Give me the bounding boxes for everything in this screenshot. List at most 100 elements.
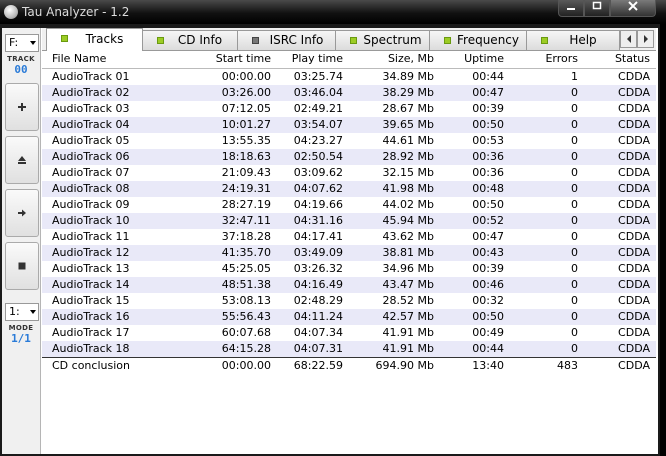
table-row[interactable]: AudioTrack 08 24:19.31 04:07.62 41.98 Mb 00:…	[42, 181, 656, 197]
tab-help[interactable]: Help	[526, 30, 620, 50]
summary-name: CD conclusion	[52, 359, 130, 372]
cell-errors: 0	[571, 198, 578, 211]
table-row[interactable]: AudioTrack 17 60:07.68 04:07.34 41.91 Mb 00:…	[42, 325, 656, 341]
cell-start-time: 28:27.19	[221, 198, 271, 211]
tab-label: Frequency	[457, 33, 519, 47]
tab-tracks[interactable]: Tracks	[46, 28, 143, 51]
cell-errors: 0	[571, 278, 578, 291]
summary-row[interactable]: CD conclusion 00:00.00 68:22.59 694.90 M…	[42, 357, 656, 374]
stop-button[interactable]	[5, 242, 39, 290]
table-row[interactable]: AudioTrack 02 03:26.00 03:46.04 38.29 Mb 00:…	[42, 85, 656, 101]
cell-uptime: 00:50	[472, 310, 504, 323]
tab-frequency[interactable]: Frequency	[429, 30, 527, 50]
table-row[interactable]: AudioTrack 14 48:51.38 04:16.49 43.47 Mb 00:…	[42, 277, 656, 293]
cell-uptime: 00:32	[472, 294, 504, 307]
cell-size: 39.65 Mb	[382, 118, 434, 131]
column-header-play-time[interactable]: Play time	[292, 52, 343, 65]
chevron-down-icon	[30, 310, 36, 314]
app-icon[interactable]	[4, 5, 18, 19]
tab-scroll-right-button[interactable]	[637, 30, 654, 48]
cell-play-time: 04:17.41	[293, 230, 343, 243]
cell-status: CDDA	[618, 278, 650, 291]
column-header-errors[interactable]: Errors	[545, 52, 578, 65]
cell-status: CDDA	[618, 102, 650, 115]
summary-play: 68:22.59	[293, 359, 343, 372]
cell-start-time: 13:55.35	[221, 134, 271, 147]
column-header-status[interactable]: Status	[615, 52, 650, 65]
table-row[interactable]: AudioTrack 01 00:00.00 03:25.74 34.89 Mb 00:…	[42, 69, 656, 85]
cell-size: 28.52 Mb	[382, 294, 434, 307]
window-title: Tau Analyzer - 1.2	[22, 5, 130, 19]
tab-scroll-left-button[interactable]	[620, 30, 637, 48]
cell-file-name: AudioTrack 13	[52, 262, 130, 275]
tab-cd-info[interactable]: CD Info	[142, 30, 238, 50]
cell-file-name: AudioTrack 04	[52, 118, 130, 131]
tab-bar: Tracks CD Info ISRC Info Spectrum Freque…	[42, 28, 656, 51]
cell-start-time: 00:00.00	[221, 70, 271, 83]
mode-select[interactable]: 1:	[5, 303, 39, 321]
cell-errors: 1	[571, 70, 578, 83]
close-button[interactable]	[610, 0, 656, 17]
cell-play-time: 03:09.62	[293, 166, 343, 179]
table-row[interactable]: AudioTrack 06 18:18.63 02:50.54 28.92 Mb 00:…	[42, 149, 656, 165]
table-row[interactable]: AudioTrack 04 10:01.27 03:54.07 39.65 Mb 00:…	[42, 117, 656, 133]
cell-errors: 0	[571, 86, 578, 99]
cell-errors: 0	[571, 310, 578, 323]
table-row[interactable]: AudioTrack 13 45:25.05 03:26.32 34.96 Mb 00:…	[42, 261, 656, 277]
cell-play-time: 03:25.74	[293, 70, 343, 83]
cell-errors: 0	[571, 342, 578, 355]
cell-size: 38.29 Mb	[382, 86, 434, 99]
table-row[interactable]: AudioTrack 09 28:27.19 04:19.66 44.02 Mb 00:…	[42, 197, 656, 213]
column-header-start-time[interactable]: Start time	[216, 52, 271, 65]
chevron-left-icon	[626, 35, 631, 43]
tab-isrc-info[interactable]: ISRC Info	[237, 30, 336, 50]
cell-size: 28.67 Mb	[382, 102, 434, 115]
cell-status: CDDA	[618, 118, 650, 131]
cell-uptime: 00:43	[472, 246, 504, 259]
cell-file-name: AudioTrack 18	[52, 342, 130, 355]
cell-start-time: 53:08.13	[221, 294, 271, 307]
cell-uptime: 00:49	[472, 326, 504, 339]
cell-status: CDDA	[618, 182, 650, 195]
title-bar[interactable]: Tau Analyzer - 1.2	[0, 0, 666, 24]
cell-errors: 0	[571, 182, 578, 195]
cell-uptime: 00:52	[472, 214, 504, 227]
column-header-uptime[interactable]: Uptime	[464, 52, 504, 65]
table-row[interactable]: AudioTrack 07 21:09.43 03:09.62 32.15 Mb 00:…	[42, 165, 656, 181]
play-button[interactable]	[5, 189, 39, 237]
cell-size: 34.96 Mb	[382, 262, 434, 275]
minimize-button[interactable]	[558, 0, 584, 17]
maximize-button[interactable]	[584, 0, 610, 17]
eject-button[interactable]	[5, 136, 39, 184]
drive-select[interactable]: F:	[5, 34, 39, 52]
table-row[interactable]: AudioTrack 03 07:12.05 02:49.21 28.67 Mb 00:…	[42, 101, 656, 117]
table-row[interactable]: AudioTrack 10 32:47.11 04:31.16 45.94 Mb 00:…	[42, 213, 656, 229]
cell-size: 44.02 Mb	[382, 198, 434, 211]
tab-spectrum[interactable]: Spectrum	[335, 30, 430, 50]
cell-errors: 0	[571, 166, 578, 179]
table-row[interactable]: AudioTrack 05 13:55.35 04:23.27 44.61 Mb 00:…	[42, 133, 656, 149]
table-row[interactable]: AudioTrack 16 55:56.43 04:11.24 42.57 Mb 00:…	[42, 309, 656, 325]
column-header-size[interactable]: Size, Mb	[388, 52, 434, 65]
cell-status: CDDA	[618, 262, 650, 275]
table-row[interactable]: AudioTrack 12 41:35.70 03:49.09 38.81 Mb 00:…	[42, 245, 656, 261]
cell-uptime: 00:39	[472, 262, 504, 275]
cell-file-name: AudioTrack 11	[52, 230, 130, 243]
table-row[interactable]: AudioTrack 11 37:18.28 04:17.41 43.62 Mb 00:…	[42, 229, 656, 245]
cell-size: 45.94 Mb	[382, 214, 434, 227]
cell-uptime: 00:36	[472, 166, 504, 179]
table-header: File Name Start time Play time Size, Mb …	[42, 51, 656, 69]
cell-status: CDDA	[618, 246, 650, 259]
cell-uptime: 00:44	[472, 70, 504, 83]
cell-play-time: 04:23.27	[293, 134, 343, 147]
cell-file-name: AudioTrack 17	[52, 326, 130, 339]
tab-label: Spectrum	[363, 33, 422, 47]
cell-uptime: 00:48	[472, 182, 504, 195]
column-header-file-name[interactable]: File Name	[52, 52, 106, 65]
table-row[interactable]: AudioTrack 18 64:15.28 04:07.31 41.91 Mb 00:…	[42, 341, 656, 357]
track-label: TRACK	[7, 55, 35, 63]
add-button[interactable]	[5, 83, 39, 131]
cell-errors: 0	[571, 214, 578, 227]
cell-file-name: AudioTrack 05	[52, 134, 130, 147]
table-row[interactable]: AudioTrack 15 53:08.13 02:48.29 28.52 Mb 00:…	[42, 293, 656, 309]
